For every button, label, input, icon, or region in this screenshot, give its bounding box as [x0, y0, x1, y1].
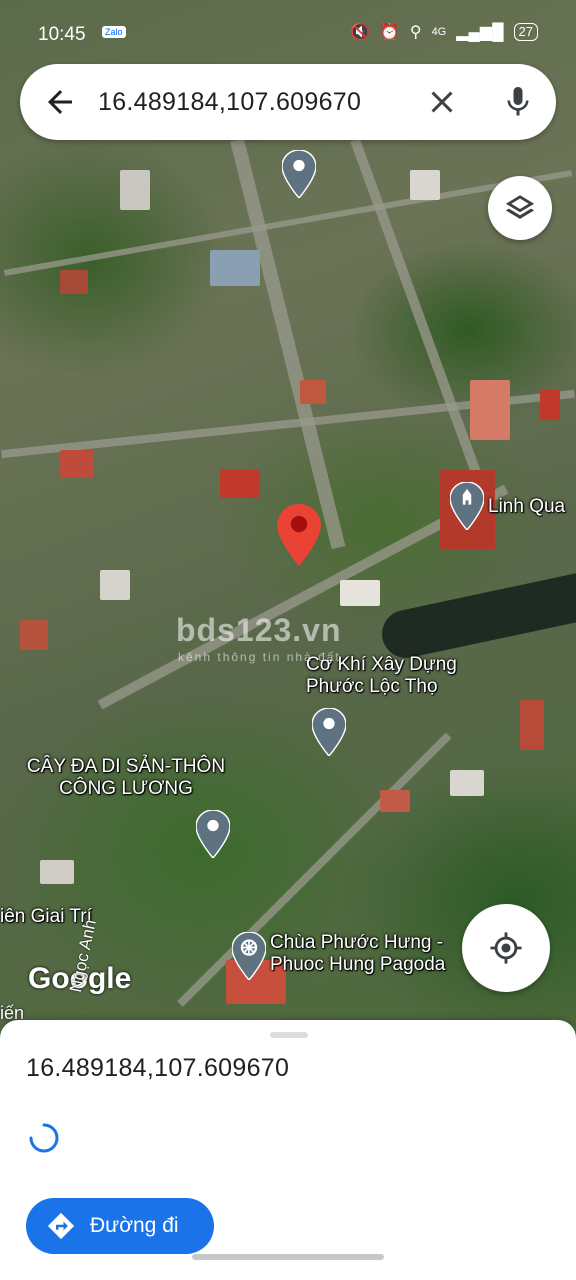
- place-label-line: Phuoc Hung Pagoda: [270, 954, 446, 975]
- close-icon[interactable]: [424, 84, 460, 120]
- status-bar: 10:45 Zalo 🔇 ⏰ ⚲ 4G ▂▄▆█ 27: [0, 0, 576, 68]
- watermark-subtitle: kênh thông tin nhà đất: [178, 650, 341, 664]
- watermark: bds123.vn: [176, 612, 342, 648]
- building: [120, 170, 150, 210]
- river: [377, 565, 576, 663]
- building: [540, 390, 560, 420]
- map-pin-icon[interactable]: [312, 708, 346, 756]
- place-label-line: CÂY ĐA DI SẢN-THÔN: [26, 756, 226, 777]
- building: [20, 620, 48, 650]
- building: [60, 450, 94, 478]
- mute-icon: 🔇: [350, 24, 370, 41]
- place-bottom-sheet[interactable]: 16.489184,107.609670 Đường đi: [0, 1020, 576, 1280]
- place-label-linh-quang[interactable]: Linh Qua: [488, 496, 565, 518]
- signal-icon: ▂▄▆█: [456, 24, 504, 41]
- location-status-icon: ⚲: [409, 24, 422, 41]
- sheet-drag-handle[interactable]: [270, 1032, 308, 1038]
- status-time: 10:45: [38, 24, 86, 45]
- building: [520, 700, 544, 750]
- directions-label: Đường đi: [90, 1214, 179, 1237]
- place-label-line: CÔNG LƯƠNG: [59, 778, 193, 799]
- building: [220, 470, 260, 498]
- place-label-cay-da[interactable]: CÂY ĐA DI SẢN-THÔN CÔNG LƯƠNG: [16, 756, 236, 800]
- building: [300, 380, 326, 404]
- status-icons: 🔇 ⏰ ⚲ 4G ▂▄▆█ 27: [350, 22, 538, 42]
- search-query[interactable]: 16.489184,107.609670: [98, 88, 361, 117]
- place-label-line: Phước Lộc Thọ: [306, 676, 438, 697]
- building: [100, 570, 130, 600]
- building: [210, 250, 260, 286]
- pagoda-pin-icon[interactable]: [232, 932, 266, 980]
- directions-button[interactable]: Đường đi: [26, 1198, 214, 1254]
- building: [340, 580, 380, 606]
- search-bar[interactable]: 16.489184,107.609670: [20, 64, 556, 140]
- layers-button[interactable]: [488, 176, 552, 240]
- alarm-icon: ⏰: [379, 24, 400, 41]
- building: [60, 270, 88, 294]
- zalo-notification-icon: Zalo: [102, 26, 126, 38]
- loading-spinner-icon: [29, 1123, 59, 1153]
- layers-icon: [505, 195, 535, 219]
- church-pin-icon[interactable]: [450, 482, 484, 530]
- selected-location-pin-icon[interactable]: [276, 504, 322, 566]
- place-label-chua-phuoc-hung[interactable]: Chùa Phước Hưng - Phuoc Hung Pagoda: [270, 932, 445, 976]
- place-label-line: Chùa Phước Hưng -: [270, 932, 444, 953]
- my-location-button[interactable]: [462, 904, 550, 992]
- building: [40, 860, 74, 884]
- building: [380, 790, 410, 812]
- gesture-nav-bar[interactable]: [192, 1254, 384, 1260]
- microphone-icon[interactable]: [500, 84, 536, 120]
- place-label-giai-tri[interactable]: iên Giai Trí: [0, 906, 92, 928]
- building: [450, 770, 484, 796]
- arrow-left-icon[interactable]: [42, 84, 78, 120]
- crosshair-icon: [490, 932, 522, 964]
- building: [470, 380, 510, 440]
- network-type: 4G: [431, 26, 447, 38]
- map-pin-icon[interactable]: [196, 810, 230, 858]
- map-pin-icon[interactable]: [282, 150, 316, 198]
- battery-icon: 27: [513, 23, 538, 41]
- directions-icon: [47, 1212, 75, 1240]
- coordinates-title: 16.489184,107.609670: [26, 1054, 290, 1082]
- building: [410, 170, 440, 200]
